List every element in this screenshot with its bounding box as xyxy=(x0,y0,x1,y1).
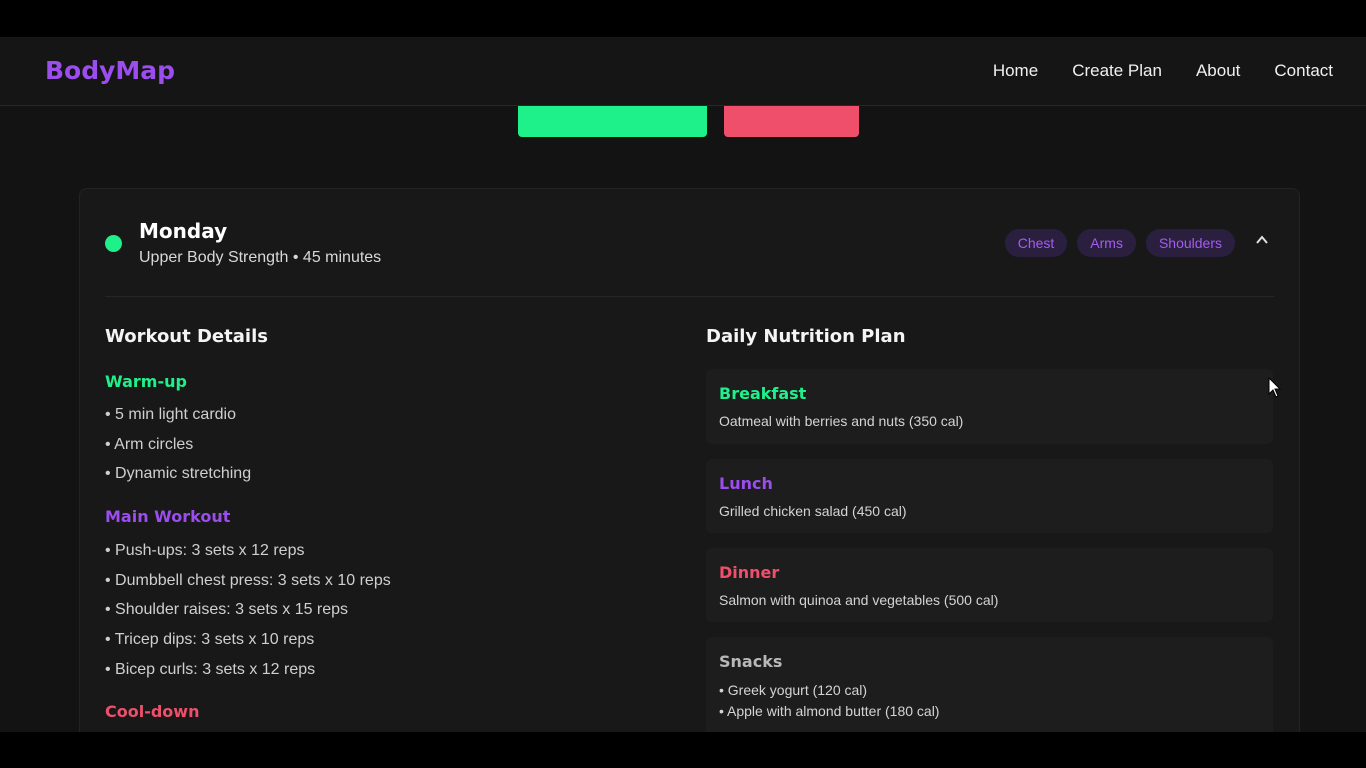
list-item: • Shoulder raises: 3 sets x 15 reps xyxy=(105,601,349,619)
list-item: • Arm circles xyxy=(105,435,194,453)
list-item: • Dynamic stretching xyxy=(105,465,252,483)
meal-name: Lunch xyxy=(719,474,773,493)
nav-home[interactable]: Home xyxy=(993,61,1038,81)
nav-contact[interactable]: Contact xyxy=(1274,61,1333,81)
navbar: BodyMap Home Create Plan About Contact xyxy=(0,37,1366,106)
card-divider xyxy=(105,296,1274,297)
cooldown-title: Cool-down xyxy=(105,702,200,721)
warmup-title: Warm-up xyxy=(105,372,187,391)
meal-card-snacks: Snacks • Greek yogurt (120 cal) • Apple … xyxy=(706,637,1273,732)
list-item: • Push-ups: 3 sets x 12 reps xyxy=(105,542,305,559)
meal-name: Dinner xyxy=(719,563,780,582)
day-subtitle: Upper Body Strength • 45 minutes xyxy=(139,249,382,266)
tag-arms: Arms xyxy=(1077,229,1136,257)
nav-links: Home Create Plan About Contact xyxy=(993,61,1333,81)
list-item: • Bicep curls: 3 sets x 12 reps xyxy=(105,660,316,678)
day-plan-card: Monday Upper Body Strength • 45 minutes … xyxy=(79,188,1300,732)
letterbox-top xyxy=(0,0,1366,37)
meal-description: Oatmeal with berries and nuts (350 cal) xyxy=(719,413,964,429)
snack-list: • Greek yogurt (120 cal) • Apple with al… xyxy=(719,680,939,722)
day-title: Monday xyxy=(139,219,228,243)
mouse-cursor-icon xyxy=(1268,377,1282,398)
meal-name: Breakfast xyxy=(719,384,807,403)
list-item: • Apple with almond butter (180 cal) xyxy=(719,703,940,719)
tag-shoulders: Shoulders xyxy=(1145,229,1235,257)
list-item: • Greek yogurt (120 cal) xyxy=(719,682,868,698)
list-item: • Dumbbell chest press: 3 sets x 10 reps xyxy=(105,571,391,589)
tag-chest: Chest xyxy=(1004,229,1068,257)
collapse-chevron-up-icon[interactable] xyxy=(1255,233,1269,247)
page-viewport: BodyMap Home Create Plan About Contact D… xyxy=(0,37,1366,732)
muscle-tags: Chest Arms Shoulders xyxy=(1004,229,1235,257)
status-dot xyxy=(105,235,122,252)
list-item: • 5 min light cardio xyxy=(105,406,236,423)
brand-logo[interactable]: BodyMap xyxy=(45,56,175,85)
meal-card-dinner: Dinner Salmon with quinoa and vegetables… xyxy=(706,548,1273,622)
list-item: • Tricep dips: 3 sets x 10 reps xyxy=(105,631,315,649)
letterbox-bottom xyxy=(0,732,1366,768)
workout-details-title: Workout Details xyxy=(105,326,268,347)
nav-about[interactable]: About xyxy=(1196,61,1240,81)
meal-name: Snacks xyxy=(719,652,783,671)
nav-create-plan[interactable]: Create Plan xyxy=(1072,61,1162,81)
main-workout-title: Main Workout xyxy=(105,507,231,526)
meal-card-breakfast: Breakfast Oatmeal with berries and nuts … xyxy=(706,369,1273,444)
meal-description: Salmon with quinoa and vegetables (500 c… xyxy=(719,592,999,608)
warmup-list: • 5 min light cardio • Arm circles • Dyn… xyxy=(105,400,251,489)
main-workout-list: • Push-ups: 3 sets x 12 reps • Dumbbell … xyxy=(105,536,391,684)
meal-description: Grilled chicken salad (450 cal) xyxy=(719,503,907,519)
nutrition-plan-title: Daily Nutrition Plan xyxy=(706,326,906,347)
meal-card-lunch: Lunch Grilled chicken salad (450 cal) xyxy=(706,459,1273,533)
